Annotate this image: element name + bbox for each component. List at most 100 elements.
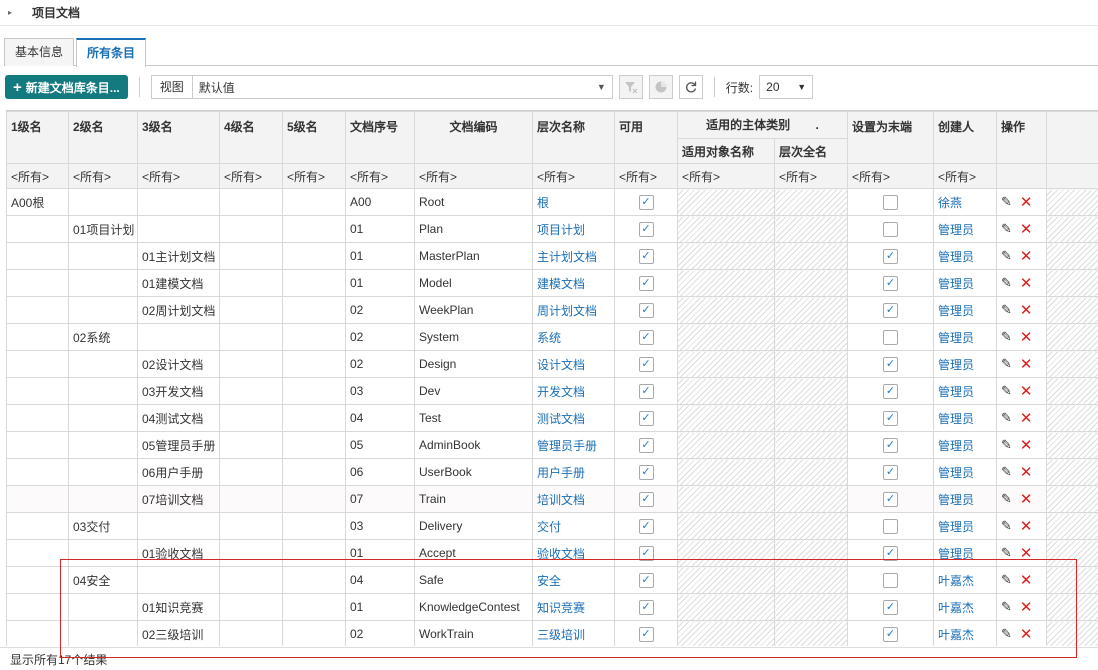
enabled-checkbox[interactable]: ✓ — [638, 491, 654, 507]
terminal-checkbox[interactable]: ✓ — [883, 410, 899, 426]
table-row[interactable]: 02设计文档 02 Design 设计文档 ✓ ✓ 管理员 ✎ ✕ — [6, 350, 1098, 378]
terminal-checkbox[interactable]: ✓ — [883, 248, 899, 264]
enabled-checkbox[interactable]: ✓ — [638, 437, 654, 453]
filter-cell[interactable]: <所有> — [532, 163, 615, 189]
delete-x-icon[interactable]: ✕ — [1020, 328, 1033, 346]
delete-x-icon[interactable]: ✕ — [1020, 571, 1033, 589]
cell-level-name-link[interactable]: 开发文档 — [532, 377, 615, 405]
pencil-icon[interactable]: ✎ — [1001, 491, 1012, 507]
cell-creator-link[interactable]: 管理员 — [933, 242, 998, 270]
delete-x-icon[interactable]: ✕ — [1020, 382, 1033, 400]
cell-level-name-link[interactable]: 根 — [532, 188, 615, 216]
filter-cell[interactable]: <所有> — [773, 163, 849, 189]
terminal-checkbox[interactable] — [883, 572, 899, 588]
new-item-button[interactable]: + 新建文档库条目... — [5, 75, 128, 99]
terminal-checkbox[interactable]: ✓ — [883, 626, 899, 642]
cell-level-name-link[interactable]: 主计划文档 — [532, 242, 615, 270]
cell-creator-link[interactable]: 叶嘉杰 — [933, 566, 998, 594]
filter-cell[interactable]: <所有> — [414, 163, 533, 189]
table-row[interactable]: 06用户手册 06 UserBook 用户手册 ✓ ✓ 管理员 ✎ ✕ — [6, 458, 1098, 486]
cell-level-name-link[interactable]: 验收文档 — [532, 539, 615, 567]
cell-creator-link[interactable]: 管理员 — [933, 404, 998, 432]
cell-creator-link[interactable]: 管理员 — [933, 377, 998, 405]
table-row[interactable]: 03交付 03 Delivery 交付 ✓ 管理员 ✎ ✕ — [6, 512, 1098, 540]
enabled-checkbox[interactable]: ✓ — [638, 302, 654, 318]
cell-creator-link[interactable]: 管理员 — [933, 296, 998, 324]
pencil-icon[interactable]: ✎ — [1001, 410, 1012, 426]
table-row[interactable]: 01知识竞赛 01 KnowledgeContest 知识竞赛 ✓ ✓ 叶嘉杰 ✎ ✕ — [6, 593, 1098, 621]
table-row[interactable]: 05管理员手册 05 AdminBook 管理员手册 ✓ ✓ 管理员 ✎ ✕ — [6, 431, 1098, 459]
terminal-checkbox[interactable]: ✓ — [883, 275, 899, 291]
cell-level-name-link[interactable]: 系统 — [532, 323, 615, 351]
table-row[interactable]: 01项目计划 01 Plan 项目计划 ✓ 管理员 ✎ ✕ — [6, 215, 1098, 243]
filter-cell[interactable]: <所有> — [847, 163, 935, 189]
cell-level-name-link[interactable]: 用户手册 — [532, 458, 615, 486]
expand-caret-icon[interactable]: ▸ — [8, 8, 12, 17]
pencil-icon[interactable]: ✎ — [1001, 194, 1012, 210]
terminal-checkbox[interactable]: ✓ — [883, 599, 899, 615]
enabled-checkbox[interactable]: ✓ — [638, 275, 654, 291]
delete-x-icon[interactable]: ✕ — [1020, 247, 1033, 265]
table-row[interactable]: 01主计划文档 01 MasterPlan 主计划文档 ✓ ✓ 管理员 ✎ ✕ — [6, 242, 1098, 270]
filter-cell[interactable]: <所有> — [68, 163, 138, 189]
pencil-icon[interactable]: ✎ — [1001, 383, 1012, 399]
col-header-group-subject[interactable]: 适用的主体类别 . — [676, 111, 849, 139]
col-header-level-name[interactable]: 层次名称 — [532, 111, 615, 164]
enabled-checkbox[interactable]: ✓ — [638, 194, 654, 210]
col-header-level3[interactable]: 3级名 — [137, 111, 220, 164]
cell-level-name-link[interactable]: 周计划文档 — [532, 296, 615, 324]
terminal-checkbox[interactable]: ✓ — [883, 356, 899, 372]
filter-cell[interactable]: <所有> — [137, 163, 220, 189]
col-header-level5[interactable]: 5级名 — [282, 111, 346, 164]
terminal-checkbox[interactable] — [883, 518, 899, 534]
rows-select[interactable]: 20 ▼ — [759, 75, 814, 99]
pencil-icon[interactable]: ✎ — [1001, 248, 1012, 264]
filter-clear-icon[interactable] — [618, 75, 643, 99]
pencil-icon[interactable]: ✎ — [1001, 518, 1012, 534]
delete-x-icon[interactable]: ✕ — [1020, 193, 1033, 211]
chart-icon[interactable] — [648, 75, 673, 99]
table-row[interactable]: 04安全 04 Safe 安全 ✓ 叶嘉杰 ✎ ✕ — [6, 566, 1098, 594]
cell-creator-link[interactable]: 管理员 — [933, 539, 998, 567]
table-row[interactable]: 01建模文档 01 Model 建模文档 ✓ ✓ 管理员 ✎ ✕ — [6, 269, 1098, 297]
delete-x-icon[interactable]: ✕ — [1020, 409, 1033, 427]
delete-x-icon[interactable]: ✕ — [1020, 301, 1033, 319]
enabled-checkbox[interactable]: ✓ — [638, 599, 654, 615]
cell-creator-link[interactable]: 管理员 — [933, 350, 998, 378]
col-header-target-name[interactable]: 适用对象名称 — [677, 138, 775, 164]
pencil-icon[interactable]: ✎ — [1001, 464, 1012, 480]
pencil-icon[interactable]: ✎ — [1001, 329, 1012, 345]
terminal-checkbox[interactable]: ✓ — [883, 383, 899, 399]
terminal-checkbox[interactable] — [883, 329, 899, 345]
pencil-icon[interactable]: ✎ — [1001, 626, 1012, 642]
view-button[interactable]: 视图 — [150, 75, 193, 99]
terminal-checkbox[interactable]: ✓ — [883, 545, 899, 561]
tab-basic-info[interactable]: 基本信息 — [4, 38, 75, 66]
filter-cell[interactable]: <所有> — [219, 163, 283, 189]
pencil-icon[interactable]: ✎ — [1001, 302, 1012, 318]
filter-cell[interactable]: <所有> — [614, 163, 678, 189]
delete-x-icon[interactable]: ✕ — [1020, 220, 1033, 238]
pencil-icon[interactable]: ✎ — [1001, 356, 1012, 372]
delete-x-icon[interactable]: ✕ — [1020, 274, 1033, 292]
cell-level-name-link[interactable]: 管理员手册 — [532, 431, 615, 459]
table-row[interactable]: 01验收文档 01 Accept 验收文档 ✓ ✓ 管理员 ✎ ✕ — [6, 539, 1098, 567]
tab-all-items[interactable]: 所有条目 — [76, 38, 147, 67]
col-header-level2[interactable]: 2级名 — [68, 111, 138, 164]
cell-level-name-link[interactable]: 设计文档 — [532, 350, 615, 378]
cell-level-name-link[interactable]: 建模文档 — [532, 269, 615, 297]
refresh-icon[interactable] — [678, 75, 703, 99]
delete-x-icon[interactable]: ✕ — [1020, 463, 1033, 481]
cell-creator-link[interactable]: 管理员 — [933, 323, 998, 351]
delete-x-icon[interactable]: ✕ — [1020, 355, 1033, 373]
col-header-full-name[interactable]: 层次全名 — [773, 138, 849, 164]
filter-cell[interactable]: <所有> — [677, 163, 775, 189]
table-row[interactable]: 03开发文档 03 Dev 开发文档 ✓ ✓ 管理员 ✎ ✕ — [6, 377, 1098, 405]
cell-creator-link[interactable]: 叶嘉杰 — [933, 593, 998, 621]
table-row[interactable]: A00根 A00 Root 根 ✓ 徐燕 ✎ ✕ — [6, 188, 1098, 216]
cell-level-name-link[interactable]: 培训文档 — [532, 485, 615, 513]
col-header-enabled[interactable]: 可用 — [614, 111, 678, 164]
cell-level-name-link[interactable]: 项目计划 — [532, 215, 615, 243]
pencil-icon[interactable]: ✎ — [1001, 599, 1012, 615]
terminal-checkbox[interactable]: ✓ — [883, 302, 899, 318]
